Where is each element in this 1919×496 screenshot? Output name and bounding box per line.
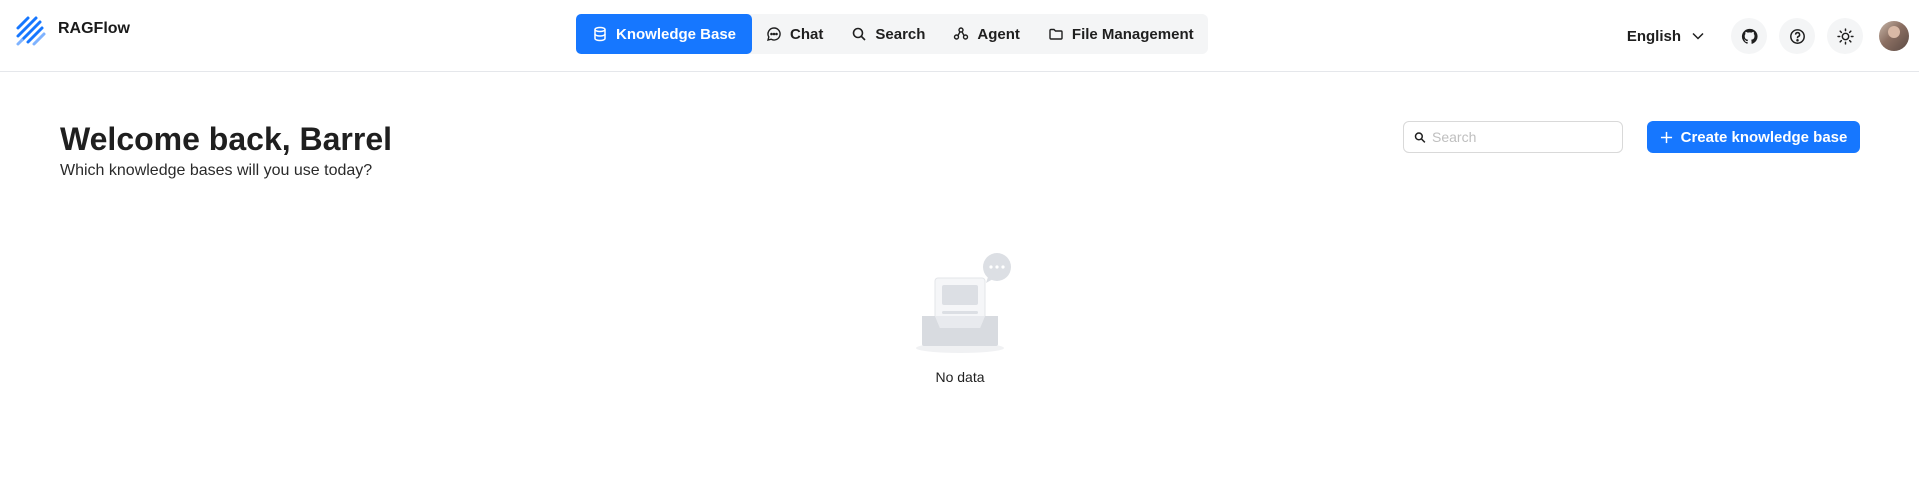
search-icon [853, 27, 866, 41]
nav-file-management[interactable]: File Management [1034, 14, 1208, 54]
language-selector[interactable]: English [1627, 28, 1705, 45]
empty-inbox-icon [916, 253, 1011, 353]
top-header: RAGFlow Knowledge Base Chat Search Agent… [0, 0, 1919, 72]
folder-icon [1049, 28, 1063, 40]
nav-label: Chat [790, 25, 824, 43]
search-icon [1414, 131, 1426, 143]
database-icon [594, 26, 606, 42]
search-input[interactable] [1432, 129, 1612, 145]
agent-nodes-icon [954, 27, 969, 40]
empty-state: No data [900, 250, 1020, 385]
nav-label: File Management [1071, 25, 1194, 43]
nav-label: Search [875, 25, 926, 43]
chat-bubble-icon [767, 27, 781, 41]
knowledge-search[interactable] [1403, 121, 1623, 153]
user-avatar[interactable] [1879, 21, 1909, 51]
header-actions: English [1627, 18, 1919, 54]
create-button-label: Create knowledge base [1680, 128, 1848, 146]
nav-label: Knowledge Base [616, 25, 737, 43]
welcome-subtitle: Which knowledge bases will you use today… [60, 162, 373, 179]
theme-sun-icon [1836, 27, 1854, 45]
theme-toggle-button[interactable] [1827, 18, 1863, 54]
nav-agent[interactable]: Agent [939, 14, 1034, 54]
help-icon [1789, 28, 1805, 44]
app-name: RAGFlow [58, 20, 130, 37]
main-nav: Knowledge Base Chat Search Agent File Ma… [576, 14, 1208, 54]
language-label: English [1626, 27, 1681, 45]
help-button[interactable] [1779, 18, 1815, 54]
nav-label: Agent [977, 25, 1020, 43]
create-knowledge-base-button[interactable]: Create knowledge base [1647, 121, 1860, 153]
ragflow-logo-icon [16, 16, 46, 46]
github-button[interactable] [1731, 18, 1767, 54]
nav-knowledge-base[interactable]: Knowledge Base [576, 14, 753, 54]
nav-search[interactable]: Search [837, 14, 939, 54]
chevron-down-icon [1692, 32, 1704, 40]
github-icon [1741, 28, 1758, 44]
app-logo[interactable]: RAGFlow [14, 14, 130, 48]
empty-state-text: No data [935, 369, 985, 385]
plus-icon [1660, 131, 1672, 143]
welcome-title: Welcome back, Barrel [60, 121, 393, 157]
nav-chat[interactable]: Chat [752, 14, 837, 54]
